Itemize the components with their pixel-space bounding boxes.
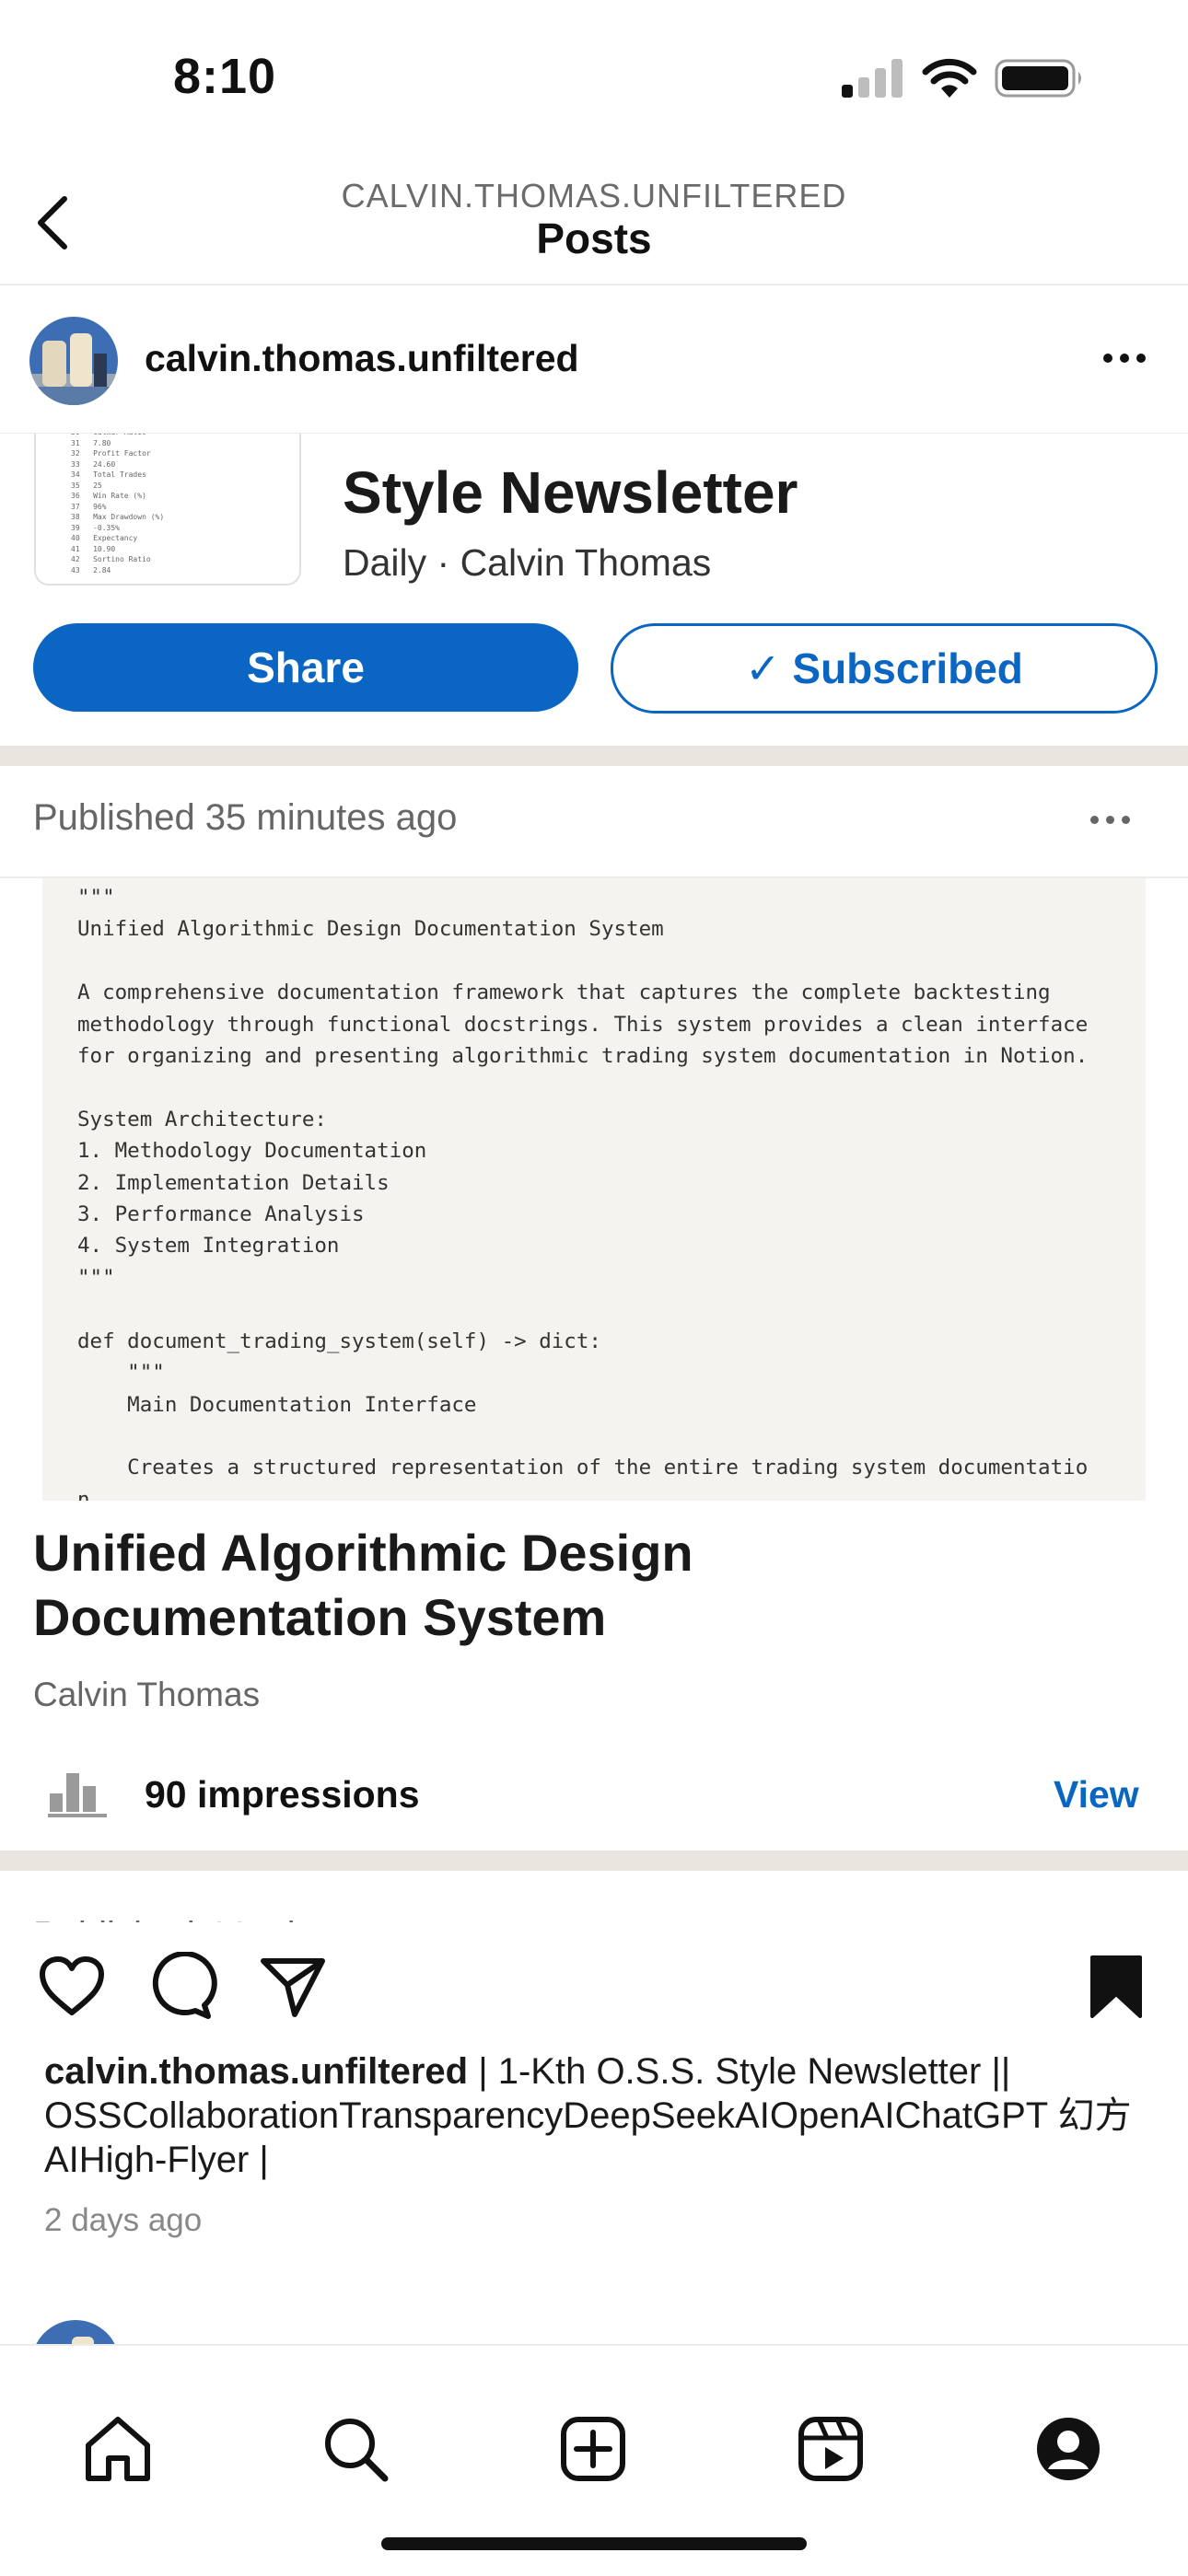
thumbnail-line: 42 Sortino Ratio (71, 555, 151, 563)
article-title-line: Documentation System (33, 1588, 607, 1646)
code-line: System Architecture: (77, 1107, 327, 1131)
thumbnail-line: 33 24.60 (71, 459, 116, 469)
code-line: for organizing and presenting algorithmi… (77, 1044, 1089, 1069)
more-options-icon[interactable] (1103, 354, 1146, 363)
code-line: 4. System Integration (77, 1234, 340, 1259)
thumbnail-line: 43 2.84 (71, 565, 111, 574)
code-snippet: """ Unified Algorithmic Design Documentat… (77, 882, 1088, 1501)
create-icon[interactable] (556, 2412, 630, 2486)
section-separator (0, 746, 1188, 766)
signal-icon (842, 59, 903, 98)
avatar[interactable] (29, 317, 118, 405)
article-title-line: Unified Algorithmic Design (33, 1524, 693, 1582)
code-line: Main Documentation Interface (77, 1392, 477, 1417)
code-line: 3. Performance Analysis (77, 1202, 365, 1227)
post-caption: calvin.thomas.unfiltered | 1-Kth O.S.S. … (44, 2049, 1149, 2182)
profile-username[interactable]: calvin.thomas.unfiltered (145, 337, 579, 380)
header-subtitle: CALVIN.THOMAS.UNFILTERED (341, 177, 847, 215)
thumbnail-text: 30 Calmar Ratio31 7.8032 Profit Factor33… (71, 427, 164, 575)
article-title[interactable]: Unified Algorithmic Design Documentation… (33, 1521, 693, 1650)
code-line: methodology through functional docstring… (77, 1012, 1089, 1037)
page-title: Posts (536, 215, 652, 262)
thumbnail-line: 40 Expectancy (71, 534, 138, 542)
published-time: Published 35 minutes ago (33, 797, 458, 838)
thumbnail-line: 31 7.80 (71, 438, 111, 447)
article-more-icon[interactable] (1090, 816, 1130, 824)
post-date: 2 days ago (44, 2202, 203, 2238)
thumbnail-line: 34 Total Trades (71, 470, 146, 479)
subscribed-button[interactable]: ✓ Subscribed (611, 623, 1158, 714)
code-line: """ (77, 886, 115, 910)
search-icon[interactable] (319, 2412, 392, 2486)
heart-icon[interactable] (37, 1952, 107, 2022)
newsletter-title-line: Style Newsletter (343, 459, 798, 526)
thumbnail-line: 37 96% (71, 502, 107, 511)
code-line: Unified Algorithmic Design Documentation… (77, 917, 664, 942)
profile-divider (0, 433, 1188, 434)
comment-icon[interactable] (147, 1952, 217, 2022)
status-time: 8:10 (173, 49, 277, 104)
code-line: A comprehensive documentation framework … (77, 981, 1051, 1005)
code-line: 1. Methodology Documentation (77, 1139, 427, 1164)
profile-icon[interactable] (1031, 2412, 1105, 2486)
code-line: """ (77, 1265, 115, 1290)
thumbnail-line: 38 Max Drawdown (%) (71, 513, 165, 521)
caption-username[interactable]: calvin.thomas.unfiltered (44, 2051, 468, 2092)
view-analytics-link[interactable]: View (1054, 1773, 1139, 1816)
share-button[interactable]: Share (33, 623, 578, 712)
code-line: 2. Implementation Details (77, 1170, 390, 1195)
article-cover-image[interactable]: """ Unified Algorithmic Design Documentat… (42, 878, 1146, 1501)
thumbnail-line: 32 Profit Factor (71, 449, 151, 458)
home-indicator (381, 2537, 807, 2550)
thumbnail-line: 41 10.90 (71, 544, 116, 553)
code-line: def document_trading_system(self) -> dic… (77, 1329, 601, 1353)
impressions-count: 90 impressions (145, 1773, 420, 1816)
code-line: """ (77, 1361, 165, 1386)
share-icon[interactable] (258, 1952, 328, 2022)
wifi-icon (922, 58, 977, 98)
reels-icon[interactable] (794, 2412, 868, 2486)
analytics-bar-icon (48, 1773, 107, 1817)
newsletter-meta: Daily · Calvin Thomas (343, 541, 712, 584)
thumbnail-line: 35 25 (71, 481, 102, 490)
battery-icon (995, 59, 1081, 98)
code-line: Creates a structured representation of t… (77, 1456, 1089, 1480)
thumbnail-line: 36 Win Rate (%) (71, 492, 146, 500)
status-icons (840, 55, 1089, 101)
section-separator (0, 1851, 1188, 1871)
article-author: Calvin Thomas (33, 1676, 261, 1713)
next-published-peek: Published 44 minutes ago (33, 1898, 457, 1922)
thumbnail-line: 39 -0.35% (71, 523, 120, 532)
home-icon[interactable] (81, 2412, 155, 2486)
code-line: n (77, 1487, 90, 1501)
bookmark-icon[interactable] (1081, 1952, 1151, 2022)
